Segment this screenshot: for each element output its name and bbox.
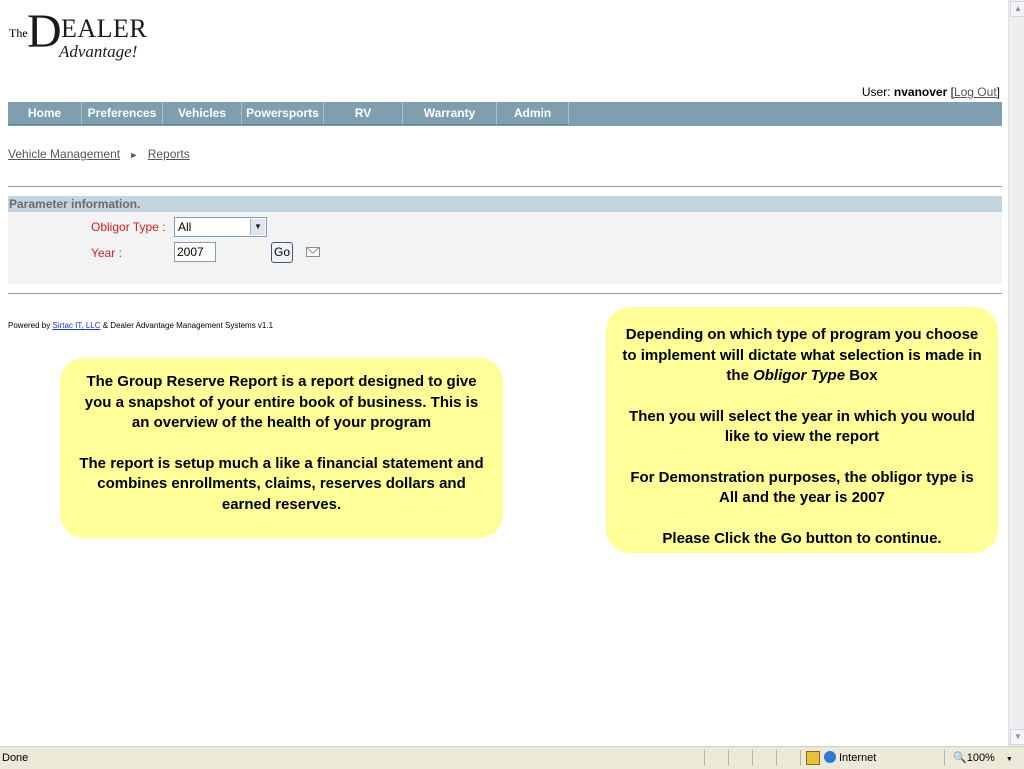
vertical-scrollbar[interactable]: ▲ ▼ [1008,0,1024,746]
year-label: Year : [91,246,122,260]
user-info: User: nvanover [Log Out] [862,85,1000,99]
logo-the-text: The [9,26,28,40]
user-prefix: User: [861,85,891,99]
callout-right-p1: Depending on which type of program you c… [620,325,984,387]
nav-vehicles[interactable]: Vehicles [163,102,242,125]
user-name: nvanover [893,85,948,99]
main-nav: Home Preferences Vehicles Powersports RV… [8,102,1002,142]
powered-prefix: Powered by [8,321,51,330]
dealer-advantage-logo[interactable]: The D EALER Advantage! [9,8,147,62]
globe-icon [824,751,836,763]
status-bar: Done Internet 🔍100% ▼ [0,746,1024,769]
nav-home[interactable]: Home [8,102,82,125]
nav-warranty-claims[interactable]: Warranty Claims [403,102,497,142]
scroll-up-icon[interactable]: ▲ [1010,1,1024,17]
sirtac-link[interactable]: Sirtac IT, LLC [52,321,100,330]
obligor-type-label: Obligor Type : [91,220,166,234]
status-divider [944,750,945,766]
parameter-form: Obligor Type : All ▼ Year : 2007 Go [8,212,1002,284]
parameter-section-header: Parameter information. [8,196,1002,212]
zone-label: Internet [839,752,877,764]
go-button[interactable]: Go [271,242,293,263]
callout-right-p1-after: Box [849,367,878,384]
callout-left-p1: The Group Reserve Report is a report des… [84,373,479,431]
zoom-level: 100% [966,752,995,764]
obligor-type-value: All [178,220,192,234]
status-divider [728,750,729,766]
callout-group-reserve: The Group Reserve Report is a report des… [60,358,503,538]
breadcrumb-vehicle-management[interactable]: Vehicle Management [8,147,120,161]
status-divider [704,750,705,766]
callout-right-p3: For Demonstration purposes, the obligor … [630,468,974,507]
parameter-title: Parameter information. [9,197,141,211]
obligor-type-select[interactable]: All ▼ [174,217,267,237]
status-divider [800,750,801,766]
callout-right-p4: Please Click the Go button to continue. [662,529,942,547]
callout-instructions: Depending on which type of program you c… [606,307,998,553]
mail-icon[interactable] [306,247,320,257]
browser-viewport: The D EALER Advantage! User: nvanover [L… [0,0,1008,746]
status-divider [776,750,777,766]
callout-right-p2: Then you will select the year in which y… [629,407,975,446]
breadcrumb-arrow-icon: ► [129,150,139,160]
nav-preferences[interactable]: Preferences [82,102,163,125]
scroll-down-icon[interactable]: ▼ [1010,729,1024,745]
obligor-type-emphasis: Obligor Type [753,367,846,384]
zoom-dropdown-icon[interactable]: ▼ [1006,756,1013,763]
nav-admin[interactable]: Admin [497,102,569,125]
year-input[interactable]: 2007 [174,242,216,262]
status-divider [752,750,753,766]
logo-d-letter: D [27,5,62,58]
divider-bottom [8,293,1002,294]
nav-powersports[interactable]: Powersports [242,102,324,125]
zone-indicator[interactable]: Internet [824,751,876,764]
bracket-close: ] [996,85,1000,99]
divider-top [8,186,1002,187]
nav-rv[interactable]: RV [324,102,403,125]
callout-left-p2: The report is setup much a like a financ… [79,454,484,513]
security-icon[interactable] [806,751,820,765]
logo-ealer-text: EALER [61,14,148,43]
breadcrumb-reports[interactable]: Reports [148,147,190,161]
breadcrumb: Vehicle Management ► Reports [8,147,190,161]
logo-advantage-text: Advantage! [59,42,138,61]
zoom-control[interactable]: 🔍100% ▼ [953,751,1013,764]
powered-suffix: & Dealer Advantage Management Systems v1… [102,321,274,330]
logout-link[interactable]: Log Out [954,85,997,99]
powered-by-footer: Powered by Sirtac IT, LLC & Dealer Advan… [8,321,273,330]
status-text: Done [2,752,29,764]
zoom-icon: 🔍 [953,752,967,764]
chevron-down-icon[interactable]: ▼ [250,219,265,235]
